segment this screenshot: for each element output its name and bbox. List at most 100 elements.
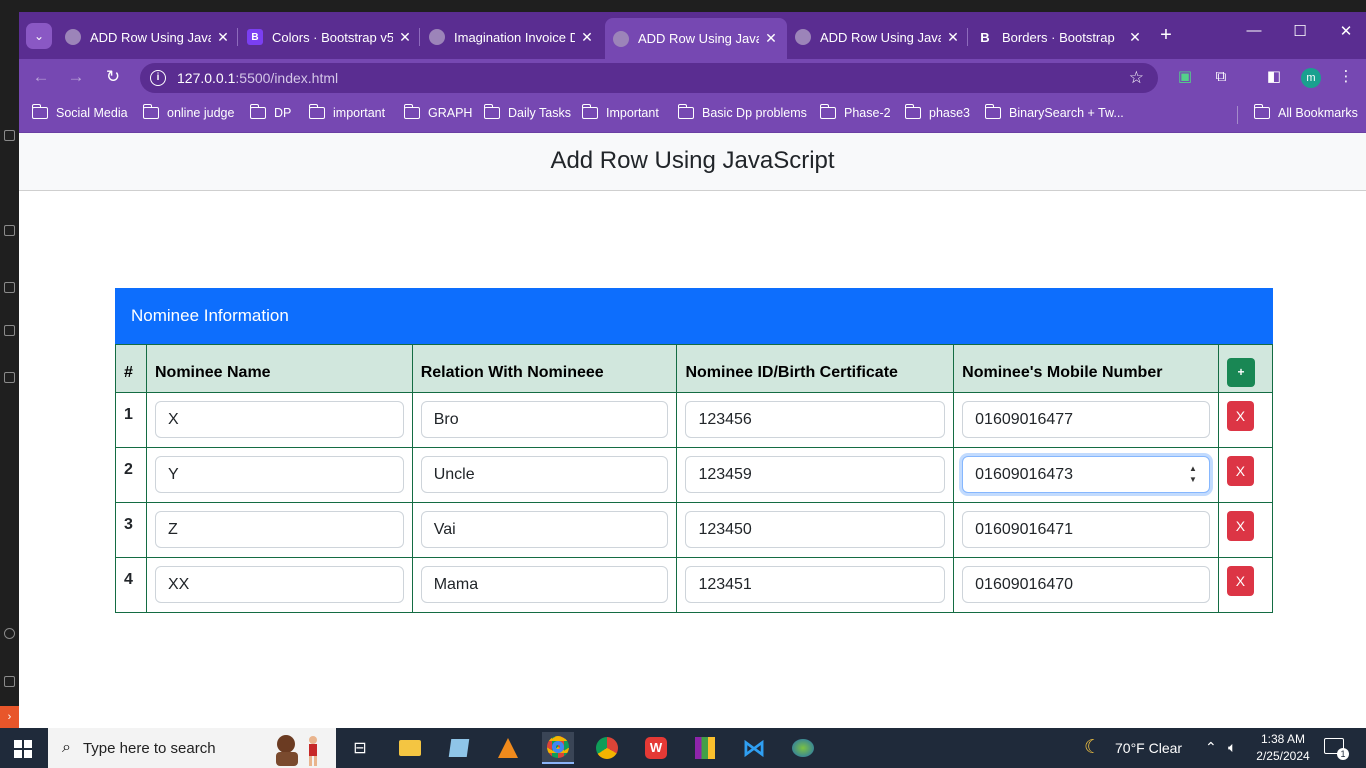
close-window-button[interactable]: ✕	[1323, 22, 1366, 40]
file-explorer-app[interactable]	[394, 732, 426, 764]
close-tab-icon[interactable]: ✕	[763, 30, 779, 47]
nominee-relation-input[interactable]: Mama	[420, 566, 669, 603]
nominee-relation-input[interactable]: Vai	[420, 511, 669, 548]
nominee-id-input[interactable]: 123456	[685, 401, 946, 438]
nominee-mobile-input[interactable]: 01609016470	[962, 566, 1210, 603]
bookmark-star-icon[interactable]: ☆	[1129, 68, 1144, 88]
number-spinner[interactable]: ▲ ▼	[1189, 463, 1197, 485]
nominee-name-input[interactable]: Y	[154, 456, 404, 493]
remote-icon[interactable]	[4, 372, 15, 383]
delete-row-button[interactable]: X	[1226, 511, 1254, 541]
input-value: Y	[167, 466, 179, 483]
nominee-name-input[interactable]: X	[154, 401, 404, 438]
close-tab-icon[interactable]: ✕	[579, 29, 595, 46]
task-view-button[interactable]: ⊟	[344, 732, 376, 764]
minimize-button[interactable]: —	[1231, 22, 1277, 39]
menu-kebab-icon[interactable]: ⋮	[1336, 67, 1356, 87]
extension-icon[interactable]: ▣	[1175, 67, 1195, 87]
nominee-name-input[interactable]: XX	[154, 566, 404, 603]
action-cell: X	[1217, 557, 1274, 613]
download-manager-icon	[792, 739, 814, 757]
bookmark-folder[interactable]: important	[308, 104, 385, 120]
nominee-mobile-input[interactable]: 01609016473 ▲ ▼	[962, 456, 1210, 493]
explorer-icon[interactable]	[4, 130, 15, 141]
bookmark-folder[interactable]: phase3	[904, 104, 970, 120]
nominee-name-input[interactable]: Z	[154, 511, 404, 548]
reload-button[interactable]: ↻	[102, 67, 124, 87]
url-text[interactable]: 127.0.0.1:5500/index.html	[177, 70, 338, 86]
delete-row-button[interactable]: X	[1226, 566, 1254, 596]
wps-icon: W	[645, 737, 667, 759]
bookmark-folder[interactable]: DP	[249, 104, 291, 120]
bookmark-folder[interactable]: Basic Dp problems	[677, 104, 807, 120]
windows-start-button[interactable]	[14, 740, 32, 758]
delete-row-button[interactable]: X	[1226, 456, 1254, 486]
nominee-mobile-input[interactable]: 01609016477	[962, 401, 1210, 438]
close-tab-icon[interactable]: ✕	[1127, 29, 1143, 46]
folder-icon	[677, 104, 694, 119]
bookmark-folder[interactable]: Important	[581, 104, 659, 120]
browser-tab[interactable]: B Borders · Bootstrap ✕	[969, 22, 1151, 52]
folder-icon	[483, 104, 500, 119]
wps-office-app[interactable]: W	[640, 732, 672, 764]
bookmark-folder[interactable]: BinarySearch + Tw...	[984, 104, 1124, 120]
new-tab-button[interactable]: +	[1155, 24, 1177, 47]
weather-text[interactable]: 70°F Clear	[1115, 740, 1182, 756]
bookmark-folder[interactable]: GRAPH	[403, 104, 472, 120]
close-tab-icon[interactable]: ✕	[215, 29, 231, 46]
nominee-relation-input[interactable]: Uncle	[420, 456, 669, 493]
forward-button[interactable]: →	[65, 67, 87, 87]
back-button[interactable]: ←	[30, 67, 52, 87]
table-cell: 01609016477	[953, 392, 1219, 448]
nominee-mobile-input[interactable]: 01609016471	[962, 511, 1210, 548]
source-control-icon[interactable]	[4, 225, 15, 236]
extensions-icon[interactable]	[4, 325, 15, 336]
bookmarks-bar: Social Media online judge DP important GRAPH…	[19, 97, 1366, 133]
vlc-app[interactable]	[492, 732, 524, 764]
volume-icon[interactable]: 🔈︎	[1228, 739, 1236, 756]
idm-app[interactable]	[787, 732, 819, 764]
close-tab-icon[interactable]: ✕	[397, 29, 413, 46]
bookmark-folder[interactable]: Phase-2	[819, 104, 891, 120]
maximize-button[interactable]: ☐	[1277, 22, 1323, 40]
page-header: Add Row Using JavaScript	[19, 133, 1366, 191]
nominee-relation-input[interactable]: Bro	[420, 401, 669, 438]
table-row: 3 Z Vai 123450 01609016471 X	[115, 502, 1274, 558]
settings-icon[interactable]	[4, 676, 15, 687]
bookmark-folder[interactable]: online judge	[142, 104, 234, 120]
add-row-button[interactable]: +	[1226, 358, 1255, 387]
clock[interactable]: 1:38 AM 2/25/2024	[1255, 732, 1311, 763]
nominee-id-input[interactable]: 123450	[685, 511, 946, 548]
winrar-app[interactable]	[689, 732, 721, 764]
browser-tab[interactable]: Imagination Invoice Desktop✕	[421, 22, 603, 52]
debug-icon[interactable]	[4, 282, 15, 293]
extensions-puzzle-icon[interactable]: ⧉	[1211, 67, 1231, 87]
tab-search-button[interactable]: ⌄	[26, 23, 52, 49]
browser-tab[interactable]: ADD Row Using JavaScript✕	[57, 22, 239, 52]
remote-indicator[interactable]: ›	[0, 706, 19, 728]
browser-tab[interactable]: ADD Row Using JavaScript✕	[605, 18, 787, 59]
address-bar[interactable]: i 127.0.0.1:5500/index.html ☆	[140, 63, 1158, 93]
all-bookmarks-button[interactable]: All Bookmarks	[1253, 104, 1358, 120]
taskbar-search[interactable]: ⌕ Type here to search	[48, 728, 336, 768]
browser-tab[interactable]: B Colors · Bootstrap v5.3 ✕	[239, 22, 421, 52]
browser-tab[interactable]: ADD Row Using JavaScript✕	[787, 22, 969, 52]
table-cell: 123450	[676, 502, 955, 558]
close-tab-icon[interactable]: ✕	[945, 29, 961, 46]
delete-row-button[interactable]: X	[1226, 401, 1254, 431]
account-icon[interactable]	[4, 628, 15, 639]
bookmark-folder[interactable]: Daily Tasks	[483, 104, 571, 120]
chrome-app-active[interactable]	[542, 732, 574, 764]
nominee-card: Nominee Information # Nominee Name Relat…	[115, 288, 1274, 613]
vscode-app[interactable]: ⋈	[738, 732, 770, 764]
profile-avatar[interactable]: m	[1301, 68, 1321, 88]
bookmark-folder[interactable]: Social Media	[31, 104, 128, 120]
winrar-icon	[695, 737, 715, 759]
nominee-id-input[interactable]: 123451	[685, 566, 946, 603]
chevron-up-icon[interactable]: ⌃	[1205, 739, 1217, 756]
site-info-icon[interactable]: i	[150, 70, 166, 86]
nominee-id-input[interactable]: 123459	[685, 456, 946, 493]
side-panel-icon[interactable]: ◧	[1264, 67, 1284, 87]
notepad-app[interactable]	[443, 732, 475, 764]
chrome-profile-app[interactable]	[591, 732, 623, 764]
